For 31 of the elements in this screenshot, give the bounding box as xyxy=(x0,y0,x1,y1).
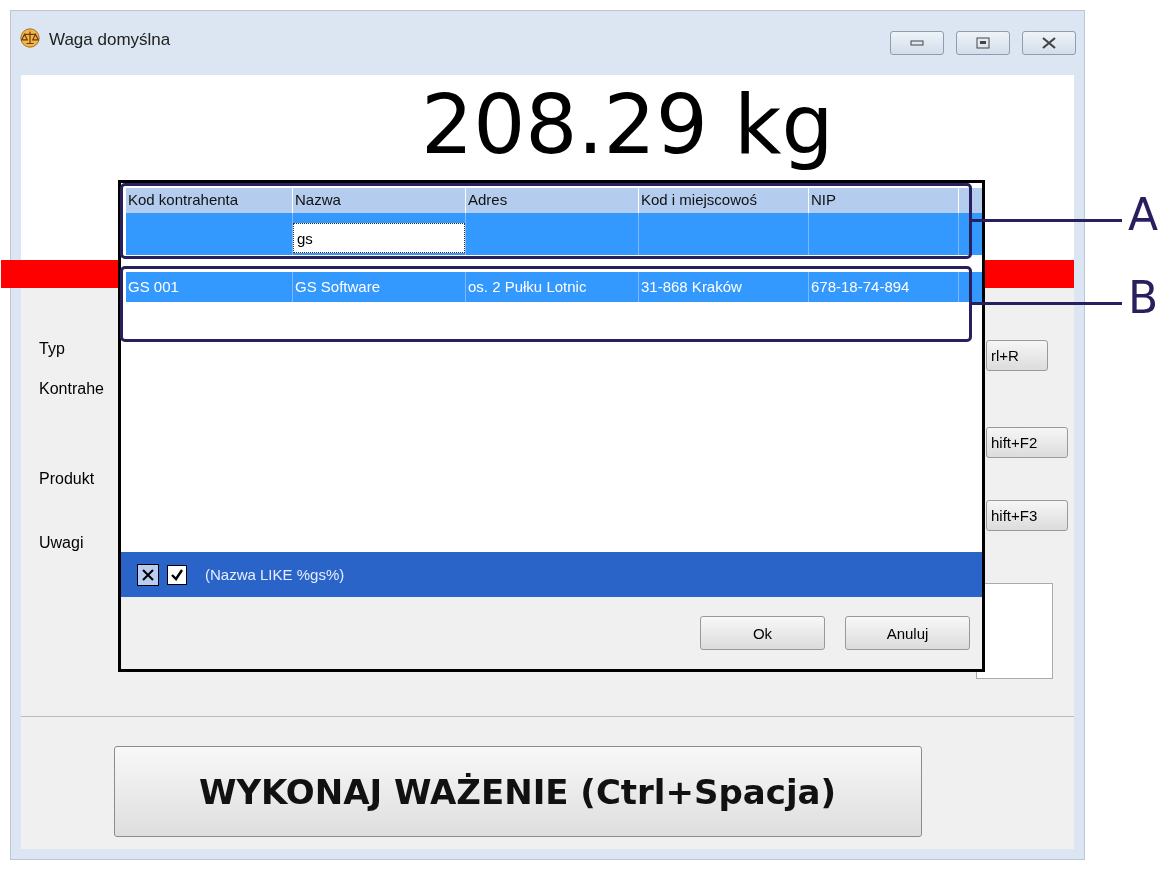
filter-input[interactable]: gs xyxy=(293,223,465,253)
filter-expression: (Nazwa LIKE %gs%) xyxy=(205,566,345,583)
filter-checkbox[interactable] xyxy=(167,564,187,585)
scale-icon xyxy=(19,27,41,49)
clear-filter-button[interactable] xyxy=(137,563,159,586)
table-cell: 31-868 Kraków xyxy=(639,272,809,302)
maximize-button[interactable] xyxy=(956,31,1010,55)
close-icon xyxy=(1041,37,1057,49)
table-cell: 678-18-74-894 xyxy=(809,272,959,302)
minimize-icon xyxy=(910,39,924,47)
shortcut-button[interactable]: hift+F3 xyxy=(986,500,1068,531)
maximize-icon xyxy=(976,37,990,49)
field-label: Kontrahe xyxy=(39,380,105,398)
table-cell: os. 2 Pułku Lotnic xyxy=(466,272,639,302)
weigh-button[interactable]: WYKONAJ WAŻENIE (Ctrl+Spacja) xyxy=(113,746,922,837)
field-label: Typ xyxy=(39,340,66,358)
shortcut-button[interactable]: rl+R xyxy=(986,340,1048,371)
dialog-button[interactable]: Ok xyxy=(700,616,825,650)
shortcut-button[interactable]: hift+F2 xyxy=(986,427,1068,458)
annotation-letter: B xyxy=(1128,276,1159,320)
field-label: Produkt xyxy=(39,470,96,488)
field-label: Uwagi xyxy=(39,534,85,552)
weight-reading: 208.29 kg xyxy=(421,77,834,174)
minimize-button[interactable] xyxy=(890,31,944,55)
close-icon xyxy=(142,568,154,581)
checkmark-icon xyxy=(171,568,183,581)
window-title: Waga domyślna xyxy=(49,30,171,50)
dialog-button[interactable]: Anuluj xyxy=(845,616,970,650)
close-button[interactable] xyxy=(1022,31,1076,55)
annotation-letter: A xyxy=(1128,193,1159,237)
table-cell: GS Software xyxy=(293,272,466,302)
